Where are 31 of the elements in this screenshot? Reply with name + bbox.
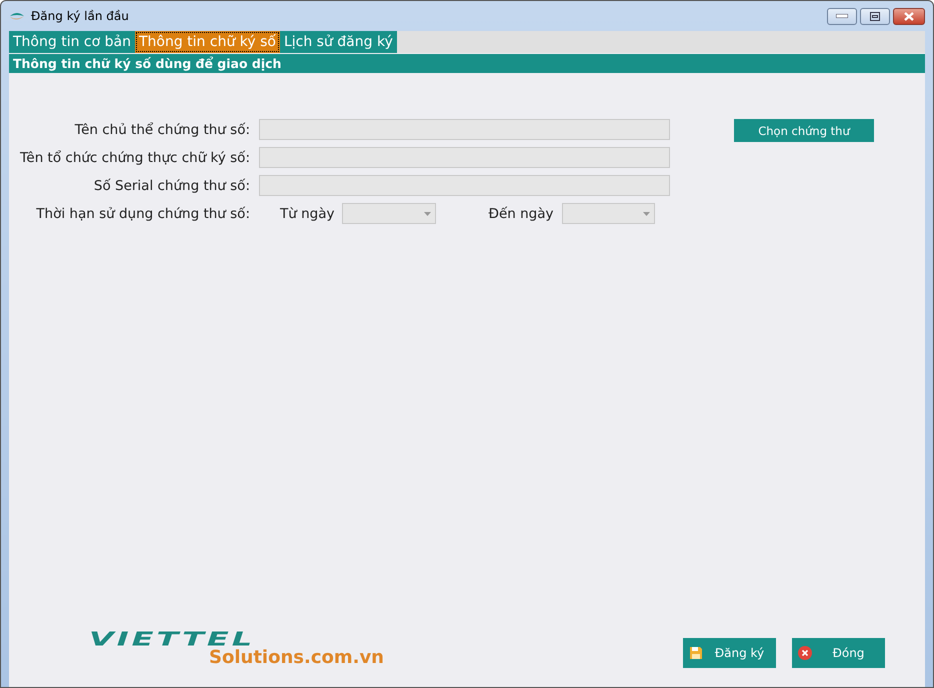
save-button[interactable]: Đăng ký [683, 638, 776, 668]
close-icon [798, 646, 812, 660]
logo-wordmark: VIETTEL [89, 630, 256, 648]
tab[interactable]: Thông tin cơ bản [9, 31, 135, 53]
close-button[interactable]: Đóng [792, 638, 885, 668]
field-label: Từ ngày [280, 206, 334, 222]
tab[interactable]: Thông tin chữ ký số [134, 31, 280, 53]
field-label: Đến ngày [488, 206, 554, 222]
field-label: Tên tổ chức chứng thực chữ ký số: [19, 150, 250, 166]
minimize-button[interactable] [827, 8, 857, 24]
field-label: Tên chủ thể chứng thư số: [74, 122, 250, 138]
logo-tagline: Solutions.com.vn [209, 648, 384, 668]
restore-icon [870, 12, 880, 20]
field-label: Thời hạn sử dụng chứng thư số: [35, 206, 250, 222]
window-title: Đăng ký lần đầu [31, 9, 130, 23]
dropdown-arrow-icon [642, 212, 650, 216]
close-icon [904, 12, 914, 20]
date-dropdown[interactable] [562, 203, 654, 224]
maximize-button[interactable] [860, 8, 890, 24]
input-field[interactable] [259, 119, 670, 140]
input-field[interactable] [259, 175, 670, 196]
section-header: Thông tin chữ ký số dùng để giao dịch [9, 54, 925, 73]
app-icon [9, 11, 25, 21]
choose-certificate-button[interactable]: Chọn chứng thư [734, 119, 874, 142]
input-field[interactable] [259, 147, 670, 168]
minimize-icon [836, 14, 848, 18]
date-dropdown[interactable] [342, 203, 436, 224]
close-button[interactable] [893, 8, 925, 24]
field-label: Số Serial chứng thư số: [92, 178, 250, 194]
tab[interactable]: Lịch sử đăng ký [280, 31, 397, 53]
dropdown-arrow-icon [424, 212, 432, 216]
